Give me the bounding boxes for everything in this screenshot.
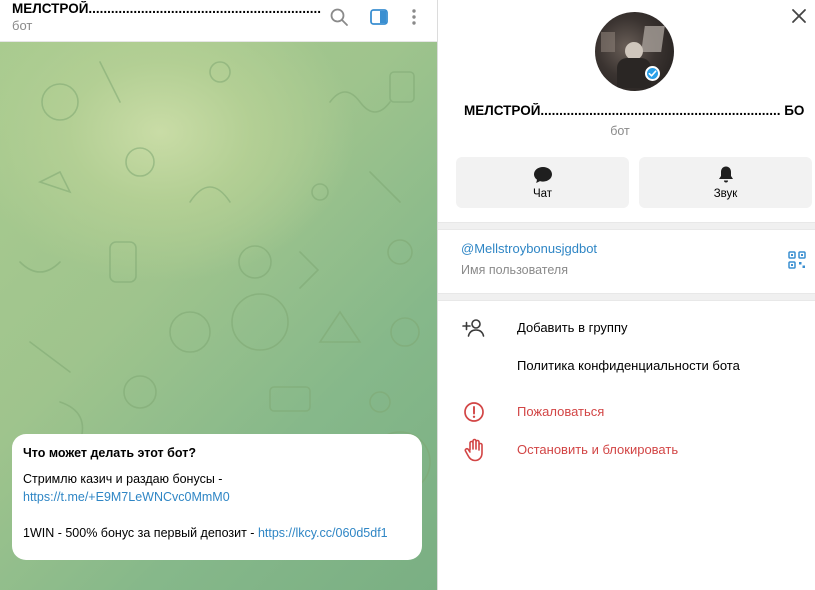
report-icon [462,400,486,424]
privacy-policy-label: Политика конфиденциальности бота [517,358,740,373]
report-label: Пожаловаться [517,404,605,419]
profile-panel: МЕЛСТРОЙ................................… [438,0,815,590]
add-user-icon [462,316,486,340]
card-link-1[interactable]: https://t.me/+E9M7LeWNCvc0MmM0 [23,490,230,504]
section-divider [438,293,815,301]
sound-action-button[interactable]: Звук [639,157,812,208]
username-caption: Имя пользователя [461,263,568,277]
card-line-2-text: 1WIN - 500% бонус за первый депозит - [23,526,258,540]
chat-title[interactable]: МЕЛСТРОЙ................................… [12,1,322,16]
card-link-2[interactable]: https://lkcy.cc/060d5df1 [258,526,388,540]
chat-action-label: Чат [532,187,553,200]
card-line-2: 1WIN - 500% бонус за первый депозит - ht… [23,524,411,542]
chat-status: бот [12,18,33,33]
card-title: Что может делать этот бот? [23,446,196,460]
panel-divider [437,0,438,590]
toggle-sidebar-button[interactable] [367,5,391,29]
profile-header: МЕЛСТРОЙ................................… [438,0,815,222]
report-item[interactable]: Пожаловаться [438,395,815,429]
more-button[interactable] [402,5,426,29]
privacy-policy-item[interactable]: Политика конфиденциальности бота [438,349,815,383]
chat-background: Что может делать этот бот? Стримлю казич… [0,42,438,590]
stop-and-block-item[interactable]: Остановить и блокировать [438,433,815,467]
qr-code-icon [788,251,806,269]
profile-name: МЕЛСТРОЙ................................… [464,103,804,118]
more-vertical-icon [412,9,416,25]
chat-action-button[interactable]: Чат [456,157,629,208]
section-divider [438,222,815,230]
sidebar-toggle-icon [370,9,388,25]
avatar[interactable] [595,12,674,91]
add-to-group-item[interactable]: Добавить в группу [438,311,815,345]
chat-panel: МЕЛСТРОЙ................................… [0,0,438,590]
search-icon [330,8,348,26]
username-link[interactable]: @Mellstroybonusjgdbot [461,241,597,256]
close-button[interactable] [789,6,809,26]
close-icon [792,9,806,23]
bell-icon [718,166,733,183]
verified-check-icon [645,66,660,81]
stop-and-block-label: Остановить и блокировать [517,442,679,457]
bot-description-card: Что может делать этот бот? Стримлю казич… [12,434,422,560]
sound-action-label: Звук [713,188,738,200]
profile-status: бот [610,124,630,138]
hand-block-icon [462,438,486,462]
add-to-group-label: Добавить в группу [517,320,628,335]
search-button[interactable] [327,5,351,29]
qr-code-button[interactable] [788,251,806,269]
card-line-1: Стримлю казич и раздаю бонусы - [23,472,223,486]
chat-header: МЕЛСТРОЙ................................… [0,0,438,42]
chat-bubble-icon [533,166,552,183]
